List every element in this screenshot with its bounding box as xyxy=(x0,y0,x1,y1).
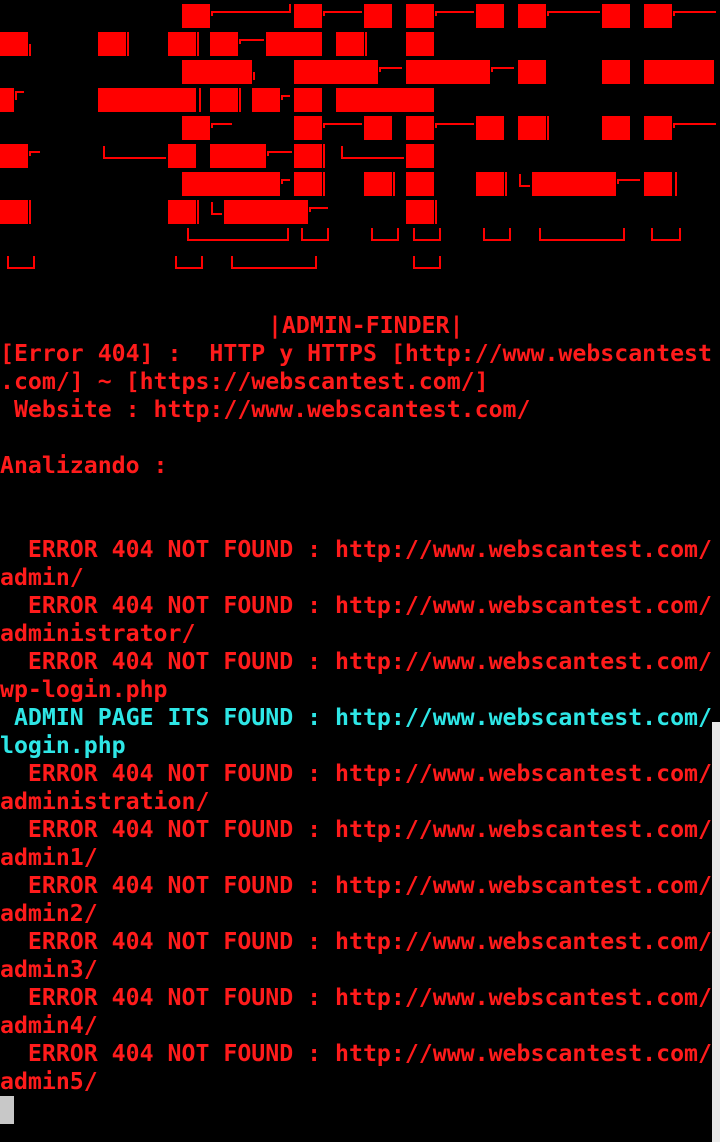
scrollbar[interactable] xyxy=(712,722,720,1142)
tool-title: |ADMIN-FINDER| xyxy=(268,312,464,339)
result-status: ERROR 404 NOT FOUND : http://www.webscan… xyxy=(0,928,712,955)
result-status: ERROR 404 NOT FOUND : http://www.webscan… xyxy=(0,872,712,899)
result-status: ERROR 404 NOT FOUND : http://www.webscan… xyxy=(0,984,712,1011)
result-path: admin2/ xyxy=(0,900,98,927)
found-result-status: ADMIN PAGE ITS FOUND : http://www.websca… xyxy=(0,704,712,731)
error-summary-line-1: [Error 404] : HTTP y HTTPS [http://www.w… xyxy=(0,340,712,367)
result-status: ERROR 404 NOT FOUND : http://www.webscan… xyxy=(0,536,712,563)
website-line: Website : http://www.webscantest.com/ xyxy=(0,396,531,423)
result-path: admin3/ xyxy=(0,956,98,983)
result-status: ERROR 404 NOT FOUND : http://www.webscan… xyxy=(0,592,712,619)
result-path: wp-login.php xyxy=(0,676,168,703)
result-path: admin5/ xyxy=(0,1068,98,1095)
result-path: administrator/ xyxy=(0,620,196,647)
result-status: ERROR 404 NOT FOUND : http://www.webscan… xyxy=(0,760,712,787)
result-path: admin/ xyxy=(0,564,84,591)
terminal-cursor xyxy=(0,1096,14,1124)
terminal-window[interactable]: |ADMIN-FINDER| [Error 404] : HTTP y HTTP… xyxy=(0,0,720,1142)
result-path: admin4/ xyxy=(0,1012,98,1039)
result-path: admin1/ xyxy=(0,844,98,871)
result-status: ERROR 404 NOT FOUND : http://www.webscan… xyxy=(0,816,712,843)
result-status: ERROR 404 NOT FOUND : http://www.webscan… xyxy=(0,1040,712,1067)
result-path: administration/ xyxy=(0,788,210,815)
error-summary-line-2: .com/] ~ [https://webscantest.com/] xyxy=(0,368,489,395)
ascii-art-banner xyxy=(0,4,716,269)
found-result-path: login.php xyxy=(0,732,126,759)
analyzing-label: Analizando : xyxy=(0,452,168,479)
result-status: ERROR 404 NOT FOUND : http://www.webscan… xyxy=(0,648,712,675)
